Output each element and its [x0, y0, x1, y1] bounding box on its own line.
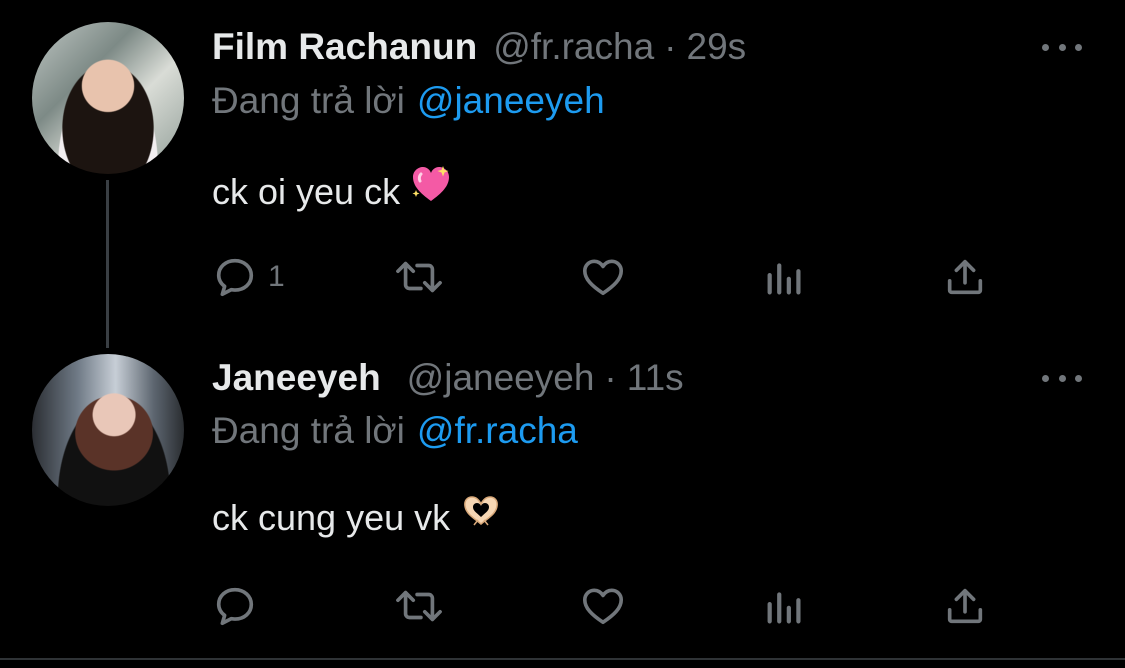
analytics-button[interactable]	[762, 582, 808, 630]
replying-to-link[interactable]: @fr.racha	[417, 410, 578, 452]
sparkling-heart-icon	[410, 164, 452, 209]
reply-count: 1	[268, 260, 285, 293]
replying-to-label: Đang trả lời	[212, 410, 405, 451]
avatar[interactable]	[32, 354, 184, 506]
analytics-icon	[767, 592, 801, 624]
timestamp[interactable]: 11s	[627, 357, 684, 399]
replying-to: Đang trả lời @janeeyeh	[212, 80, 605, 122]
separator-dot: ·	[664, 26, 677, 67]
username[interactable]: @fr.racha	[493, 26, 654, 68]
tweet-actions	[212, 582, 992, 630]
retweet-icon	[396, 261, 442, 293]
divider	[0, 658, 1125, 660]
share-icon	[947, 588, 983, 624]
share-button[interactable]	[942, 582, 988, 630]
avatar[interactable]	[32, 22, 184, 174]
separator-dot: ·	[604, 357, 617, 398]
more-options-icon[interactable]	[1042, 41, 1082, 53]
replying-to: Đang trả lời @fr.racha	[212, 410, 578, 452]
retweet-icon	[396, 590, 442, 622]
tweet-actions: 1	[212, 253, 992, 301]
heart-icon	[582, 259, 624, 296]
replying-to-label: Đang trả lời	[212, 80, 405, 121]
analytics-icon	[767, 263, 801, 295]
heart-icon	[582, 588, 624, 625]
share-button[interactable]	[942, 253, 988, 301]
tweet-body: ck oi yeu ck	[212, 171, 401, 212]
share-icon	[947, 259, 983, 295]
replying-to-link[interactable]: @janeeyeh	[417, 80, 605, 122]
reply-icon	[216, 587, 254, 626]
more-options-icon[interactable]	[1042, 372, 1082, 384]
timestamp[interactable]: 29s	[687, 26, 747, 68]
reply-button[interactable]: 1	[212, 253, 285, 301]
like-button[interactable]	[579, 582, 627, 630]
tweet-body: ck cung yeu vk	[212, 497, 451, 538]
username[interactable]: @janeeyeh	[407, 357, 595, 399]
thread-connector-line	[106, 180, 109, 348]
reply-icon	[216, 258, 254, 297]
retweet-button[interactable]	[392, 582, 446, 630]
analytics-button[interactable]	[762, 253, 808, 301]
display-name[interactable]: Janeeyeh	[212, 357, 381, 399]
display-name[interactable]: Film Rachanun	[212, 26, 477, 68]
retweet-button[interactable]	[392, 253, 446, 301]
tweet-header: Janeeyeh @janeeyeh · 11s	[212, 357, 684, 399]
tweet-header: Film Rachanun @fr.racha · 29s	[212, 26, 746, 68]
tweet-text: ck cung yeu vk	[212, 494, 502, 539]
like-button[interactable]	[579, 253, 627, 301]
reply-button[interactable]	[212, 582, 268, 630]
tweet-text: ck oi yeu ck	[212, 164, 452, 213]
heart-hands-icon	[460, 494, 502, 535]
